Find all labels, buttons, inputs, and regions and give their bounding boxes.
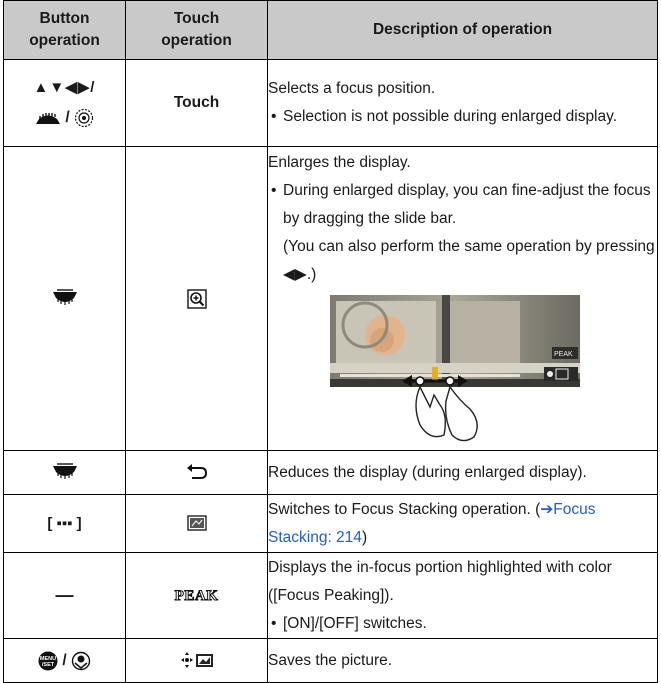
touch-label: Touch <box>173 94 220 111</box>
svg-text:PEAK: PEAK <box>554 351 573 358</box>
touch-op-cell <box>125 494 268 553</box>
slide-bar-drag-illustration: PEAK <box>330 294 580 441</box>
table-row: Enlarges the display. During enlarged di… <box>3 146 658 451</box>
touch-op-cell: Touch <box>125 59 268 147</box>
none-dash: — <box>55 585 74 605</box>
operations-table: Button operation Touch operation Descrip… <box>3 0 658 683</box>
button-op-cell <box>3 450 126 495</box>
svg-text:/SET: /SET <box>42 662 55 668</box>
button-op-cell: — <box>3 552 126 639</box>
table-header-row: Button operation Touch operation Descrip… <box>3 0 658 60</box>
af-on-button-icon <box>71 651 91 670</box>
control-dial-icon <box>74 108 94 128</box>
description-text: Saves the picture. <box>268 651 393 669</box>
menu-set-button-icon: MENU /SET <box>38 651 58 670</box>
separator: / <box>62 651 67 669</box>
peak-icon: PEAK <box>174 587 219 604</box>
separator: / <box>65 109 70 126</box>
description-text-end: ) <box>361 528 368 546</box>
rear-dial-icon <box>52 463 77 480</box>
description-text: Displays the in-focus portion highlighte… <box>268 558 612 604</box>
description-bullet: Selection is not possible during enlarge… <box>268 103 657 131</box>
focus-stacking-icon <box>186 515 207 532</box>
description-cell: Displays the in-focus portion highlighte… <box>267 552 658 639</box>
table-row: [ ▪▪▪ ] Switches to Focus Stacking opera… <box>3 494 658 553</box>
touch-op-cell <box>125 638 268 683</box>
return-icon <box>186 464 207 480</box>
header-touch-operation: Touch operation <box>125 0 268 60</box>
table-row: MENU /SET / Saves the picture. <box>3 638 658 683</box>
description-text: Selects a focus position. <box>268 80 436 97</box>
table-row: — PEAK Displays the in-focus portion hig… <box>3 552 658 639</box>
description-text: Switches to Focus Stacking operation. ( <box>268 500 541 518</box>
description-cell: Selects a focus position. Selection is n… <box>267 59 658 147</box>
button-op-cell <box>3 146 126 451</box>
button-op-cell: [ ▪▪▪ ] <box>3 494 126 553</box>
rear-dial-icon <box>36 112 61 124</box>
touch-op-cell: PEAK <box>125 552 268 639</box>
rear-dial-icon <box>52 289 77 306</box>
table-row: ▲▼◀▶/ / Touch Selects a focus position. … <box>3 59 658 147</box>
button-op-cell: ▲▼◀▶/ / <box>3 59 126 147</box>
description-text: Reduces the display (during enlarged dis… <box>268 463 587 481</box>
description-bullet: [ON]/[OFF] switches. <box>268 610 657 638</box>
description-note: (You can also perform the same operation… <box>283 237 655 283</box>
button-op-cell: MENU /SET / <box>3 638 126 683</box>
description-cell: Saves the picture. <box>267 638 658 683</box>
description-cell: Switches to Focus Stacking operation. (➔… <box>267 494 658 553</box>
description-text: Enlarges the display. <box>268 153 411 171</box>
table-row: Reduces the display (during enlarged dis… <box>3 450 658 495</box>
cursor-buttons-label: ▲▼◀▶/ <box>33 79 96 96</box>
description-bullet: During enlarged display, you can fine-ad… <box>268 177 657 233</box>
fn-button-label: [ ▪▪▪ ] <box>47 514 82 532</box>
touch-op-cell <box>125 146 268 451</box>
header-button-operation: Button operation <box>3 0 126 60</box>
header-description: Description of operation <box>267 0 658 60</box>
touch-op-cell <box>125 450 268 495</box>
description-cell: Enlarges the display. During enlarged di… <box>267 146 658 451</box>
zoom-in-icon <box>186 288 207 309</box>
playback-focus-icon <box>180 652 213 669</box>
description-cell: Reduces the display (during enlarged dis… <box>267 450 658 495</box>
